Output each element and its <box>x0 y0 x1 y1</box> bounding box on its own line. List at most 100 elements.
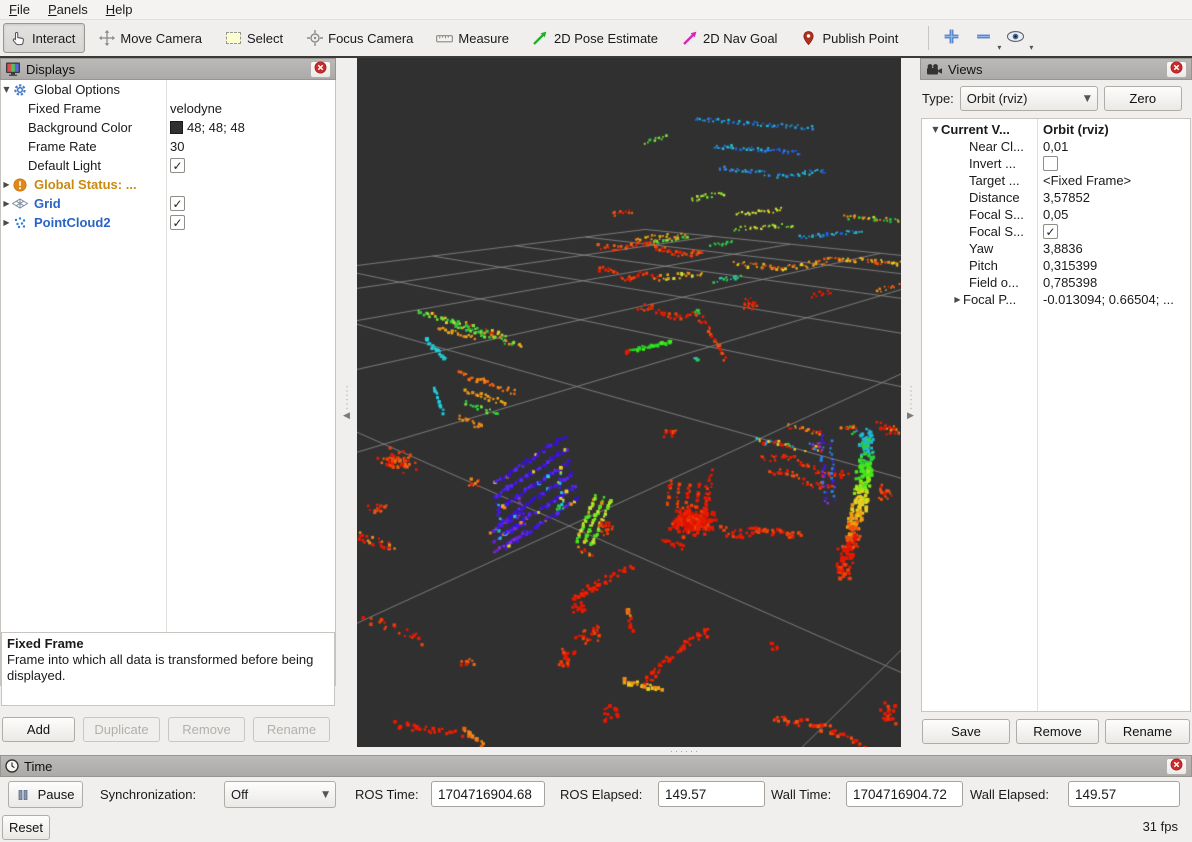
property-label: Near Cl... <box>969 139 1024 154</box>
property-value[interactable]: 3,8836 <box>1043 241 1083 256</box>
tool-publish-point[interactable]: Publish Point <box>793 23 908 53</box>
color-swatch[interactable] <box>170 121 183 134</box>
checkbox[interactable]: ✓ <box>170 196 185 211</box>
tool-2d-nav-goal[interactable]: 2D Nav Goal <box>674 23 787 53</box>
views-row-focal-s[interactable]: Focal S...0,05 <box>922 206 1190 223</box>
view-type-combo[interactable]: Orbit (rviz) ▼ <box>960 86 1098 111</box>
displays-row-default-light[interactable]: Default Light✓ <box>1 156 335 175</box>
view-type-value: Orbit (rviz) <box>967 91 1084 106</box>
tool-select[interactable]: Select <box>218 23 293 53</box>
property-value[interactable]: 3,57852 <box>1043 190 1090 205</box>
rename-button[interactable]: Rename <box>1105 719 1190 744</box>
property-value[interactable]: -0.013094; 0.66504; ... <box>1043 292 1174 307</box>
views-row-target[interactable]: Target ...<Fixed Frame> <box>922 172 1190 189</box>
sync-combo[interactable]: Off ▼ <box>224 781 336 808</box>
views-row-invert[interactable]: Invert ... <box>922 155 1190 172</box>
views-panel-title: Views <box>948 62 1166 77</box>
displays-row-pointcloud2[interactable]: ▶ PointCloud2 ✓ <box>1 213 335 232</box>
expand-arrow-icon[interactable]: ▼ <box>1 85 12 94</box>
tool-visibility-button[interactable]: ▾ <box>1001 24 1029 52</box>
left-splitter[interactable]: ······ ◀ <box>336 58 357 748</box>
checkbox[interactable]: ✓ <box>170 158 185 173</box>
expand-arrow-icon[interactable]: ▶ <box>1 180 12 189</box>
views-row-pitch[interactable]: Pitch0,315399 <box>922 257 1190 274</box>
time-field-input[interactable]: 149.57 <box>658 781 765 807</box>
collapse-left-icon[interactable]: ◀ <box>343 411 350 421</box>
property-value[interactable]: velodyne <box>170 101 222 116</box>
pointcloud-canvas[interactable] <box>357 58 901 747</box>
tool-move-camera[interactable]: Move Camera <box>91 23 212 53</box>
property-value[interactable]: 0,01 <box>1043 139 1068 154</box>
expand-arrow-icon[interactable]: ▶ <box>952 295 963 304</box>
reset-button[interactable]: Reset <box>2 815 50 840</box>
menu-file[interactable]: File <box>0 1 39 18</box>
time-close-button[interactable] <box>1166 758 1187 775</box>
pause-button[interactable]: Pause <box>8 781 83 808</box>
grid-icon <box>12 196 28 211</box>
displays-close-button[interactable] <box>310 61 331 78</box>
chevron-down-icon: ▼ <box>1084 94 1091 104</box>
tool-interact[interactable]: Interact <box>3 23 85 53</box>
tool-2d-pose-estimate[interactable]: 2D Pose Estimate <box>525 23 668 53</box>
property-value[interactable]: 30 <box>170 139 184 154</box>
menu-help[interactable]: Help <box>97 1 142 18</box>
time-field-label: ROS Time: <box>355 781 419 808</box>
chevron-down-icon[interactable]: ▾ <box>1029 43 1033 52</box>
right-splitter[interactable]: ······ ▶ <box>900 58 921 748</box>
displays-row-global-options[interactable]: ▼Global Options <box>1 80 335 99</box>
property-value[interactable]: <Fixed Frame> <box>1043 173 1131 188</box>
rename-button: Rename <box>253 717 330 742</box>
minus-icon <box>975 28 992 48</box>
remove-button[interactable]: Remove <box>1016 719 1099 744</box>
views-row-field-o[interactable]: Field o...0,785398 <box>922 274 1190 291</box>
property-label: Yaw <box>969 241 993 256</box>
save-button[interactable]: Save <box>922 719 1010 744</box>
splitter-dots[interactable]: ······ <box>660 747 710 755</box>
checkbox[interactable]: ✓ <box>170 215 185 230</box>
property-value[interactable]: Orbit (rviz) <box>1043 122 1109 137</box>
fps-counter: 31 fps <box>1143 819 1178 834</box>
help-text: Frame into which all data is transformed… <box>7 652 329 684</box>
displays-row-fixed-frame[interactable]: Fixed Framevelodyne <box>1 99 335 118</box>
checkbox[interactable] <box>1043 156 1058 171</box>
views-row-yaw[interactable]: Yaw 3,8836 <box>922 240 1190 257</box>
zero-button[interactable]: Zero <box>1104 86 1182 111</box>
remove-tool-button[interactable]: ▾ <box>969 24 997 52</box>
add-button[interactable]: Add <box>2 717 75 742</box>
views-row-current-v[interactable]: ▼Current V...Orbit (rviz) <box>922 121 1190 138</box>
render-viewport[interactable] <box>357 58 901 747</box>
monitor-icon <box>5 61 21 77</box>
displays-row-background-color[interactable]: Background Color48; 48; 48 <box>1 118 335 137</box>
time-field-input[interactable]: 1704716904.68 <box>431 781 545 807</box>
collapse-right-icon[interactable]: ▶ <box>907 411 914 421</box>
property-label: PointCloud2 <box>34 215 111 230</box>
expand-arrow-icon[interactable]: ▶ <box>1 199 12 208</box>
displays-row-grid[interactable]: ▶Grid✓ <box>1 194 335 213</box>
property-value[interactable]: 0,785398 <box>1043 275 1097 290</box>
displays-buttons: AddDuplicateRemoveRename <box>2 717 334 742</box>
tool-measure[interactable]: Measure <box>429 23 519 53</box>
views-row-focal-s[interactable]: Focal S...✓ <box>922 223 1190 240</box>
time-field-input[interactable]: 149.57 <box>1068 781 1180 807</box>
displays-row-frame-rate[interactable]: Frame Rate30 <box>1 137 335 156</box>
close-icon <box>1170 758 1183 774</box>
property-value[interactable]: 0,05 <box>1043 207 1068 222</box>
property-value[interactable]: 48; 48; 48 <box>187 120 245 135</box>
views-row-focal-p[interactable]: ▶Focal P...-0.013094; 0.66504; ... <box>922 291 1190 308</box>
tool-focus-camera[interactable]: Focus Camera <box>299 23 423 53</box>
add-tool-button[interactable] <box>937 24 965 52</box>
property-value[interactable]: 0,315399 <box>1043 258 1097 273</box>
views-close-button[interactable] <box>1166 61 1187 78</box>
views-row-distance[interactable]: Distance3,57852 <box>922 189 1190 206</box>
tool-label: Select <box>247 31 283 46</box>
expand-arrow-icon[interactable]: ▶ <box>1 218 12 227</box>
displays-row-global-status[interactable]: ▶ Global Status: ... <box>1 175 335 194</box>
plus-icon <box>943 28 960 48</box>
checkbox[interactable]: ✓ <box>1043 224 1058 239</box>
time-field-input[interactable]: 1704716904.72 <box>846 781 963 807</box>
views-row-near-cl[interactable]: Near Cl... 0,01 <box>922 138 1190 155</box>
menu-panels[interactable]: Panels <box>39 1 97 18</box>
property-label: Global Status: ... <box>34 177 137 192</box>
expand-arrow-icon[interactable]: ▼ <box>930 125 941 134</box>
tool-label: Interact <box>32 31 75 46</box>
